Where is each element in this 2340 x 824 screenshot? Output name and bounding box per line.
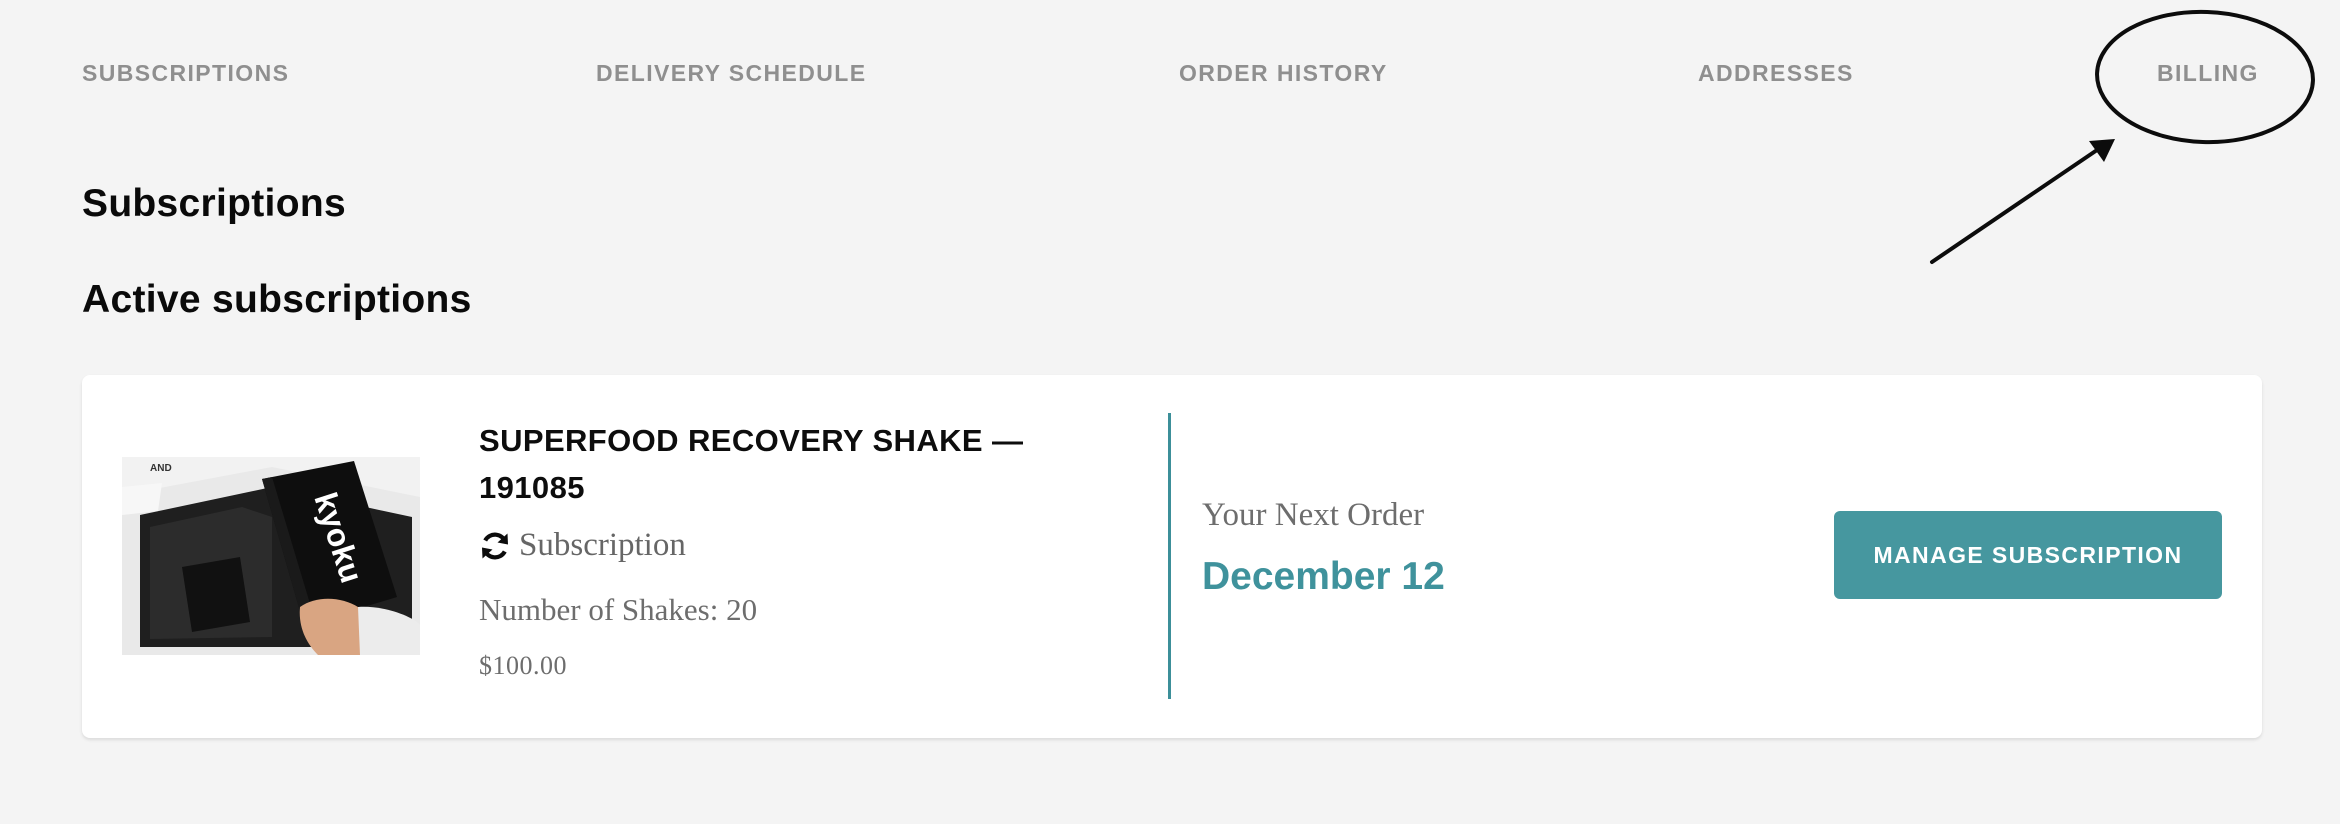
next-order-date: December 12 (1202, 555, 1445, 598)
product-image-graphic: kyoku AND (122, 457, 420, 655)
nav-tab-delivery-schedule[interactable]: DELIVERY SCHEDULE (596, 60, 866, 87)
section-title: Active subscriptions (82, 278, 472, 321)
annotation-arrow-line (1930, 146, 2102, 264)
svg-text:AND: AND (150, 463, 172, 474)
refresh-icon (482, 532, 508, 559)
subscription-type: Subscription (479, 527, 686, 564)
account-nav: SUBSCRIPTIONS DELIVERY SCHEDULE ORDER HI… (0, 60, 2340, 90)
annotation-arrow-head (2089, 139, 2115, 162)
nav-tab-billing[interactable]: BILLING (2157, 60, 2259, 87)
card-divider (1168, 413, 1171, 699)
nav-tab-order-history[interactable]: ORDER HISTORY (1179, 60, 1388, 87)
nav-tab-subscriptions[interactable]: SUBSCRIPTIONS (82, 60, 289, 87)
page: SUBSCRIPTIONS DELIVERY SCHEDULE ORDER HI… (0, 0, 2340, 824)
subscription-price: $100.00 (479, 651, 567, 680)
next-order-label: Your Next Order (1202, 497, 1425, 533)
page-title: Subscriptions (82, 182, 346, 225)
product-name: SUPERFOOD RECOVERY SHAKE — 191085 (479, 423, 1024, 505)
nav-tab-addresses[interactable]: ADDRESSES (1698, 60, 1854, 87)
subscription-type-label: Subscription (519, 527, 686, 563)
product-image: kyoku AND (122, 457, 420, 655)
subscription-card: kyoku AND SUPERFOOD RECOVERY SHAKE — 191… (82, 375, 2262, 738)
manage-subscription-button[interactable]: MANAGE SUBSCRIPTION (1834, 511, 2222, 599)
shake-quantity: Number of Shakes: 20 (479, 592, 758, 627)
